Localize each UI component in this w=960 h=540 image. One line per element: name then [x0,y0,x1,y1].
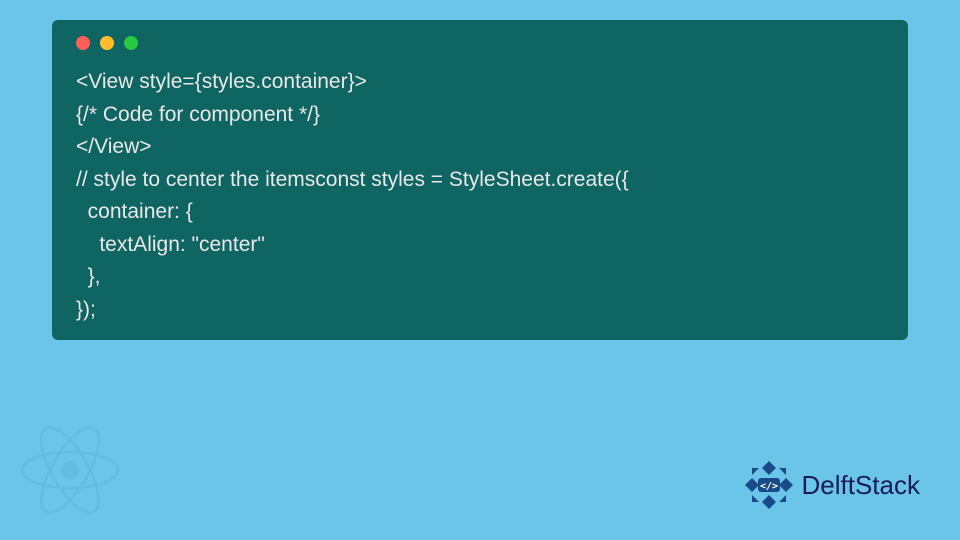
code-line: textAlign: "center" [76,233,265,256]
minimize-dot-icon [100,36,114,50]
svg-text:</>: </> [759,481,777,492]
code-line: <View style={styles.container}> [76,70,367,93]
react-watermark-icon [10,415,130,530]
close-dot-icon [76,36,90,50]
code-window: <View style={styles.container}> {/* Code… [52,20,908,340]
window-controls [76,36,884,50]
code-line: }); [76,298,96,321]
code-line: }, [76,265,101,288]
code-line: container: { [76,200,193,223]
code-line: // style to center the itemsconst styles… [76,168,629,191]
brand-name: DelftStack [802,470,921,501]
code-line: </View> [76,135,152,158]
brand-name-part1: Delft [802,470,855,500]
code-content: <View style={styles.container}> {/* Code… [76,66,884,326]
code-line: {/* Code for component */} [76,103,320,126]
brand-name-part2: Stack [855,470,920,500]
brand-logo: </> DelftStack [742,458,921,512]
delftstack-logo-icon: </> [742,458,796,512]
maximize-dot-icon [124,36,138,50]
